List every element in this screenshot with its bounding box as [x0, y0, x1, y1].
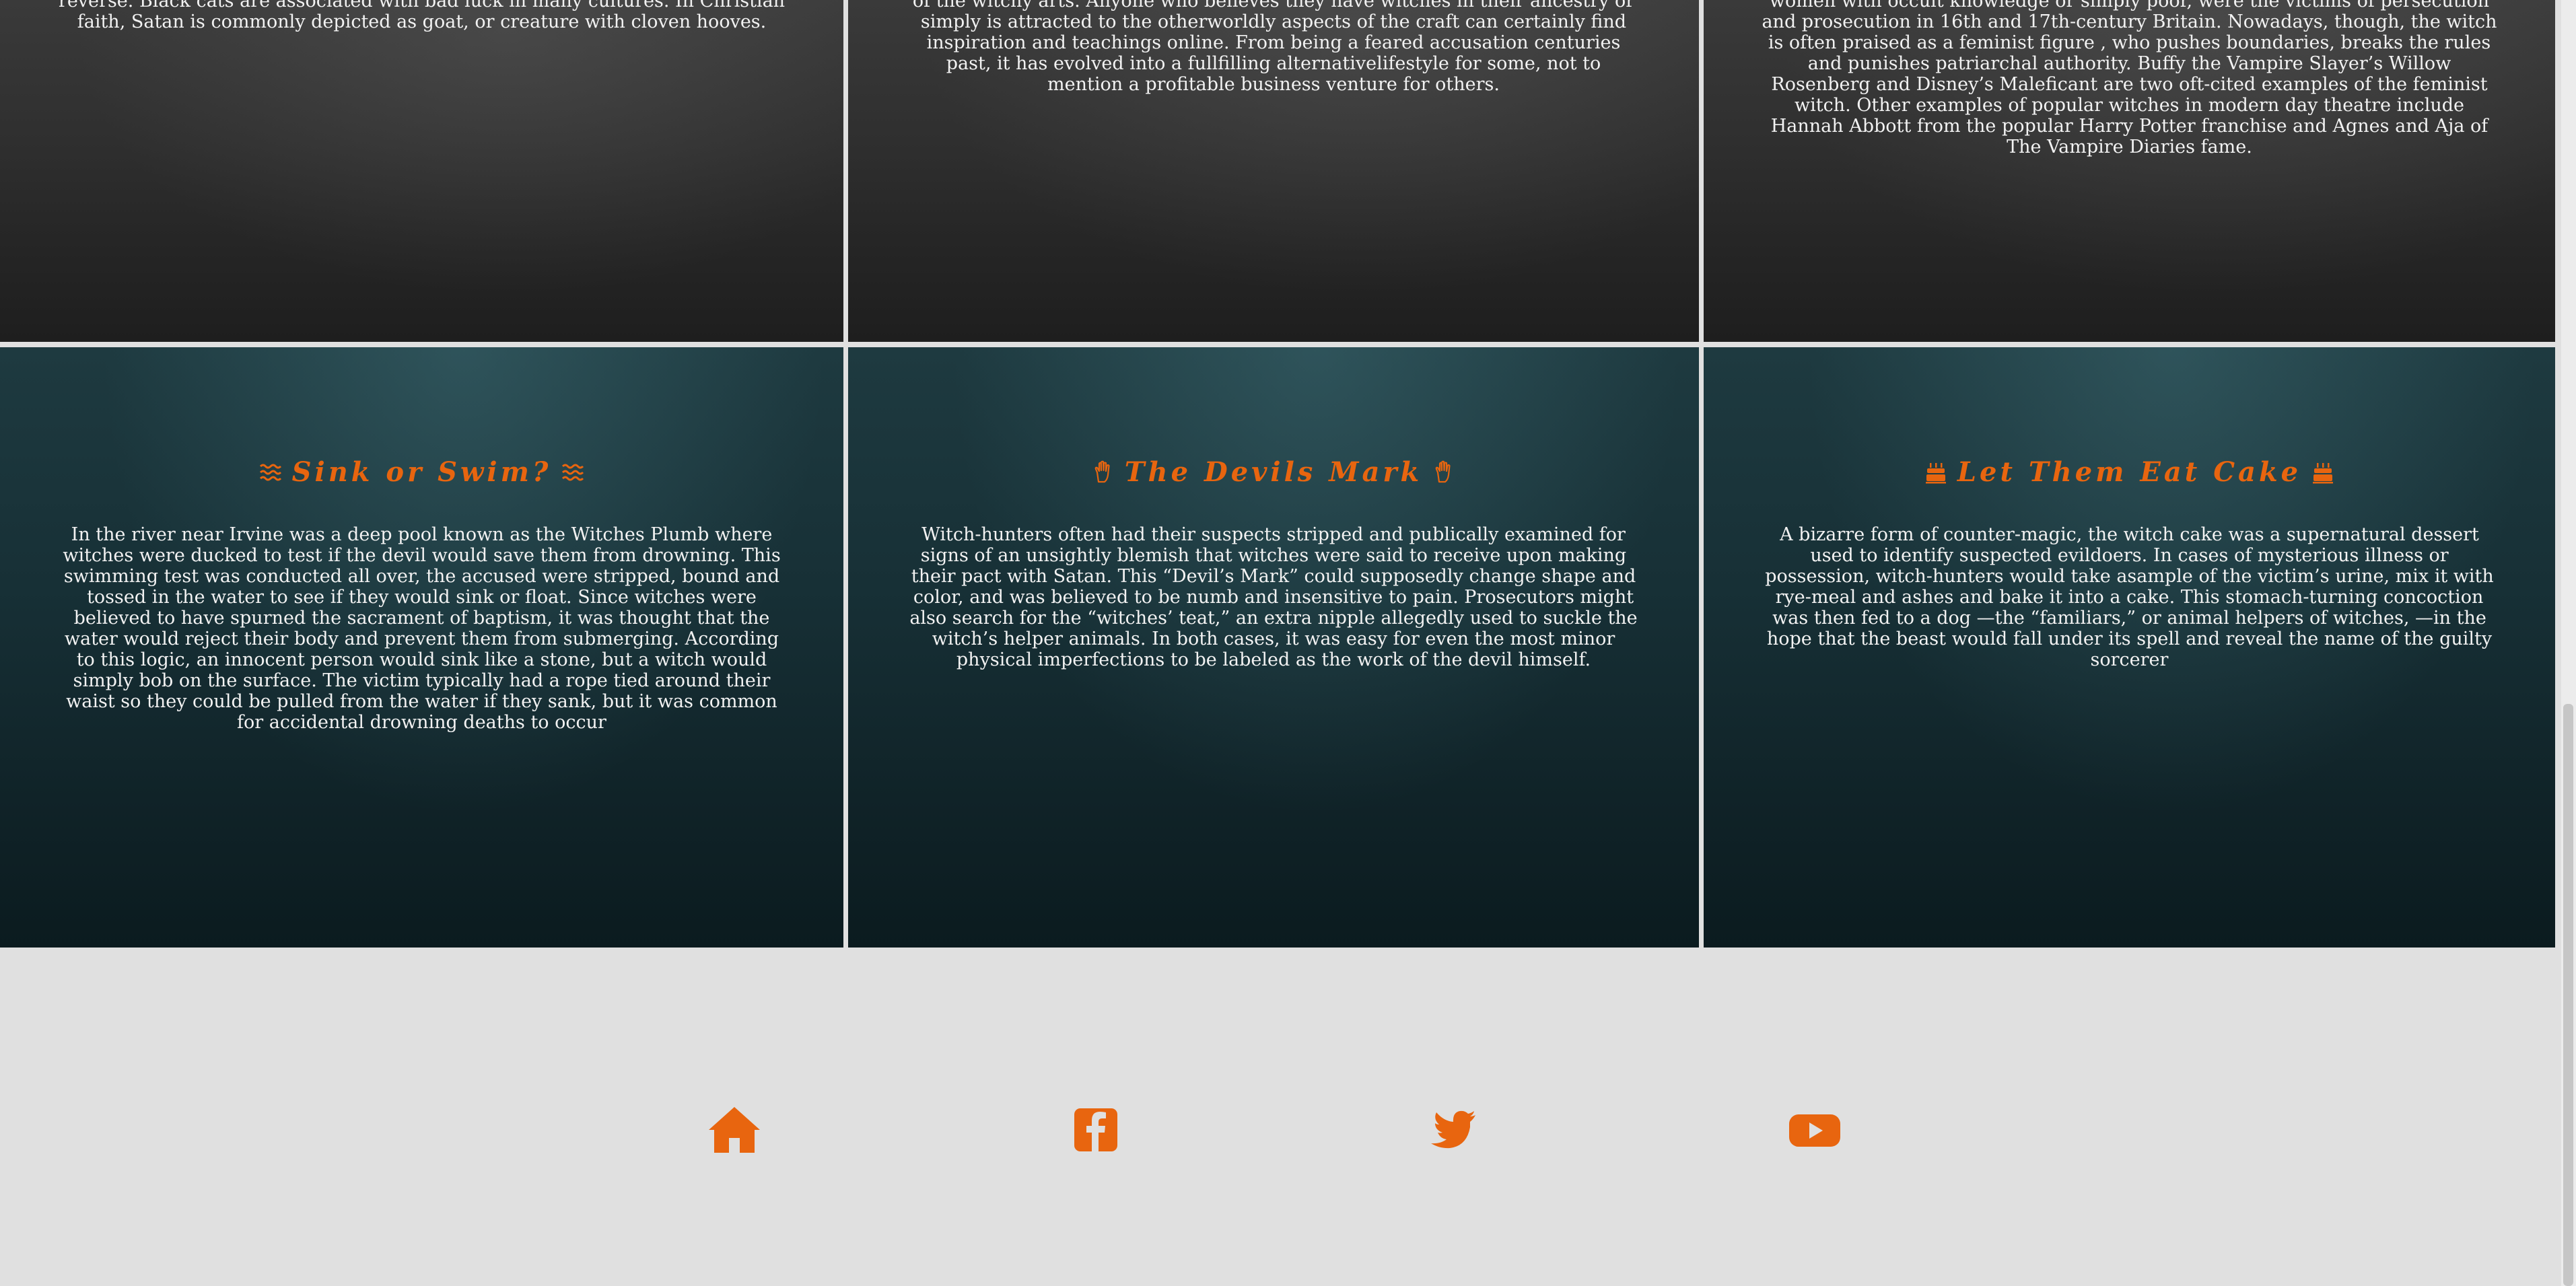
twitter-link[interactable]	[1424, 1102, 1481, 1158]
scrollbar-thumb[interactable]	[2563, 704, 2573, 1286]
cake-icon	[1925, 462, 1946, 483]
info-panel-modern-witchcraft: of the witchy arts. Anyone who believes …	[848, 0, 1699, 342]
panel-text: women with occult knowledge or simply po…	[1762, 0, 2497, 157]
cake-icon	[2313, 462, 2334, 483]
info-panel-sink-or-swim: Sink or Swim? In the river near Irvine w…	[0, 347, 843, 948]
panel-text: Witch-hunters often had their suspects s…	[909, 524, 1638, 670]
water-waves-icon	[562, 464, 584, 480]
panel-text: of the witchy arts. Anyone who believes …	[912, 0, 1635, 95]
footer	[0, 948, 2561, 1286]
info-panel-devils-mark: The Devils Mark Witch-hunters often had …	[848, 347, 1699, 948]
youtube-icon	[1789, 1114, 1840, 1147]
facebook-icon	[1074, 1108, 1117, 1151]
panel-title-text: Let Them Eat Cake	[1957, 456, 2302, 488]
info-panel-witch-cake: Let Them Eat Cake A bizarre form of coun…	[1704, 347, 2555, 948]
water-waves-icon	[259, 464, 281, 480]
facebook-link[interactable]	[1068, 1102, 1124, 1158]
youtube-link[interactable]	[1786, 1102, 1843, 1158]
panel-text: In the river near Irvine was a deep pool…	[63, 524, 781, 733]
hand-icon	[1435, 460, 1451, 483]
panel-title: Sink or Swim?	[258, 456, 586, 488]
twitter-icon	[1431, 1110, 1475, 1149]
hand-icon	[1094, 460, 1110, 483]
panel-title: The Devils Mark	[1091, 456, 1456, 488]
panel-title: Let Them Eat Cake	[1924, 456, 2335, 488]
panel-title-text: Sink or Swim?	[291, 456, 552, 488]
panel-text: reverse. Black cats are associated with …	[58, 0, 786, 32]
panel-title-text: The Devils Mark	[1124, 456, 1423, 488]
panel-text: A bizarre form of counter-magic, the wit…	[1765, 524, 2494, 670]
info-panel-black-cats: reverse. Black cats are associated with …	[0, 0, 843, 342]
home-icon	[709, 1107, 760, 1153]
home-link[interactable]	[706, 1102, 763, 1158]
info-panel-feminist-witch: women with occult knowledge or simply po…	[1704, 0, 2555, 342]
